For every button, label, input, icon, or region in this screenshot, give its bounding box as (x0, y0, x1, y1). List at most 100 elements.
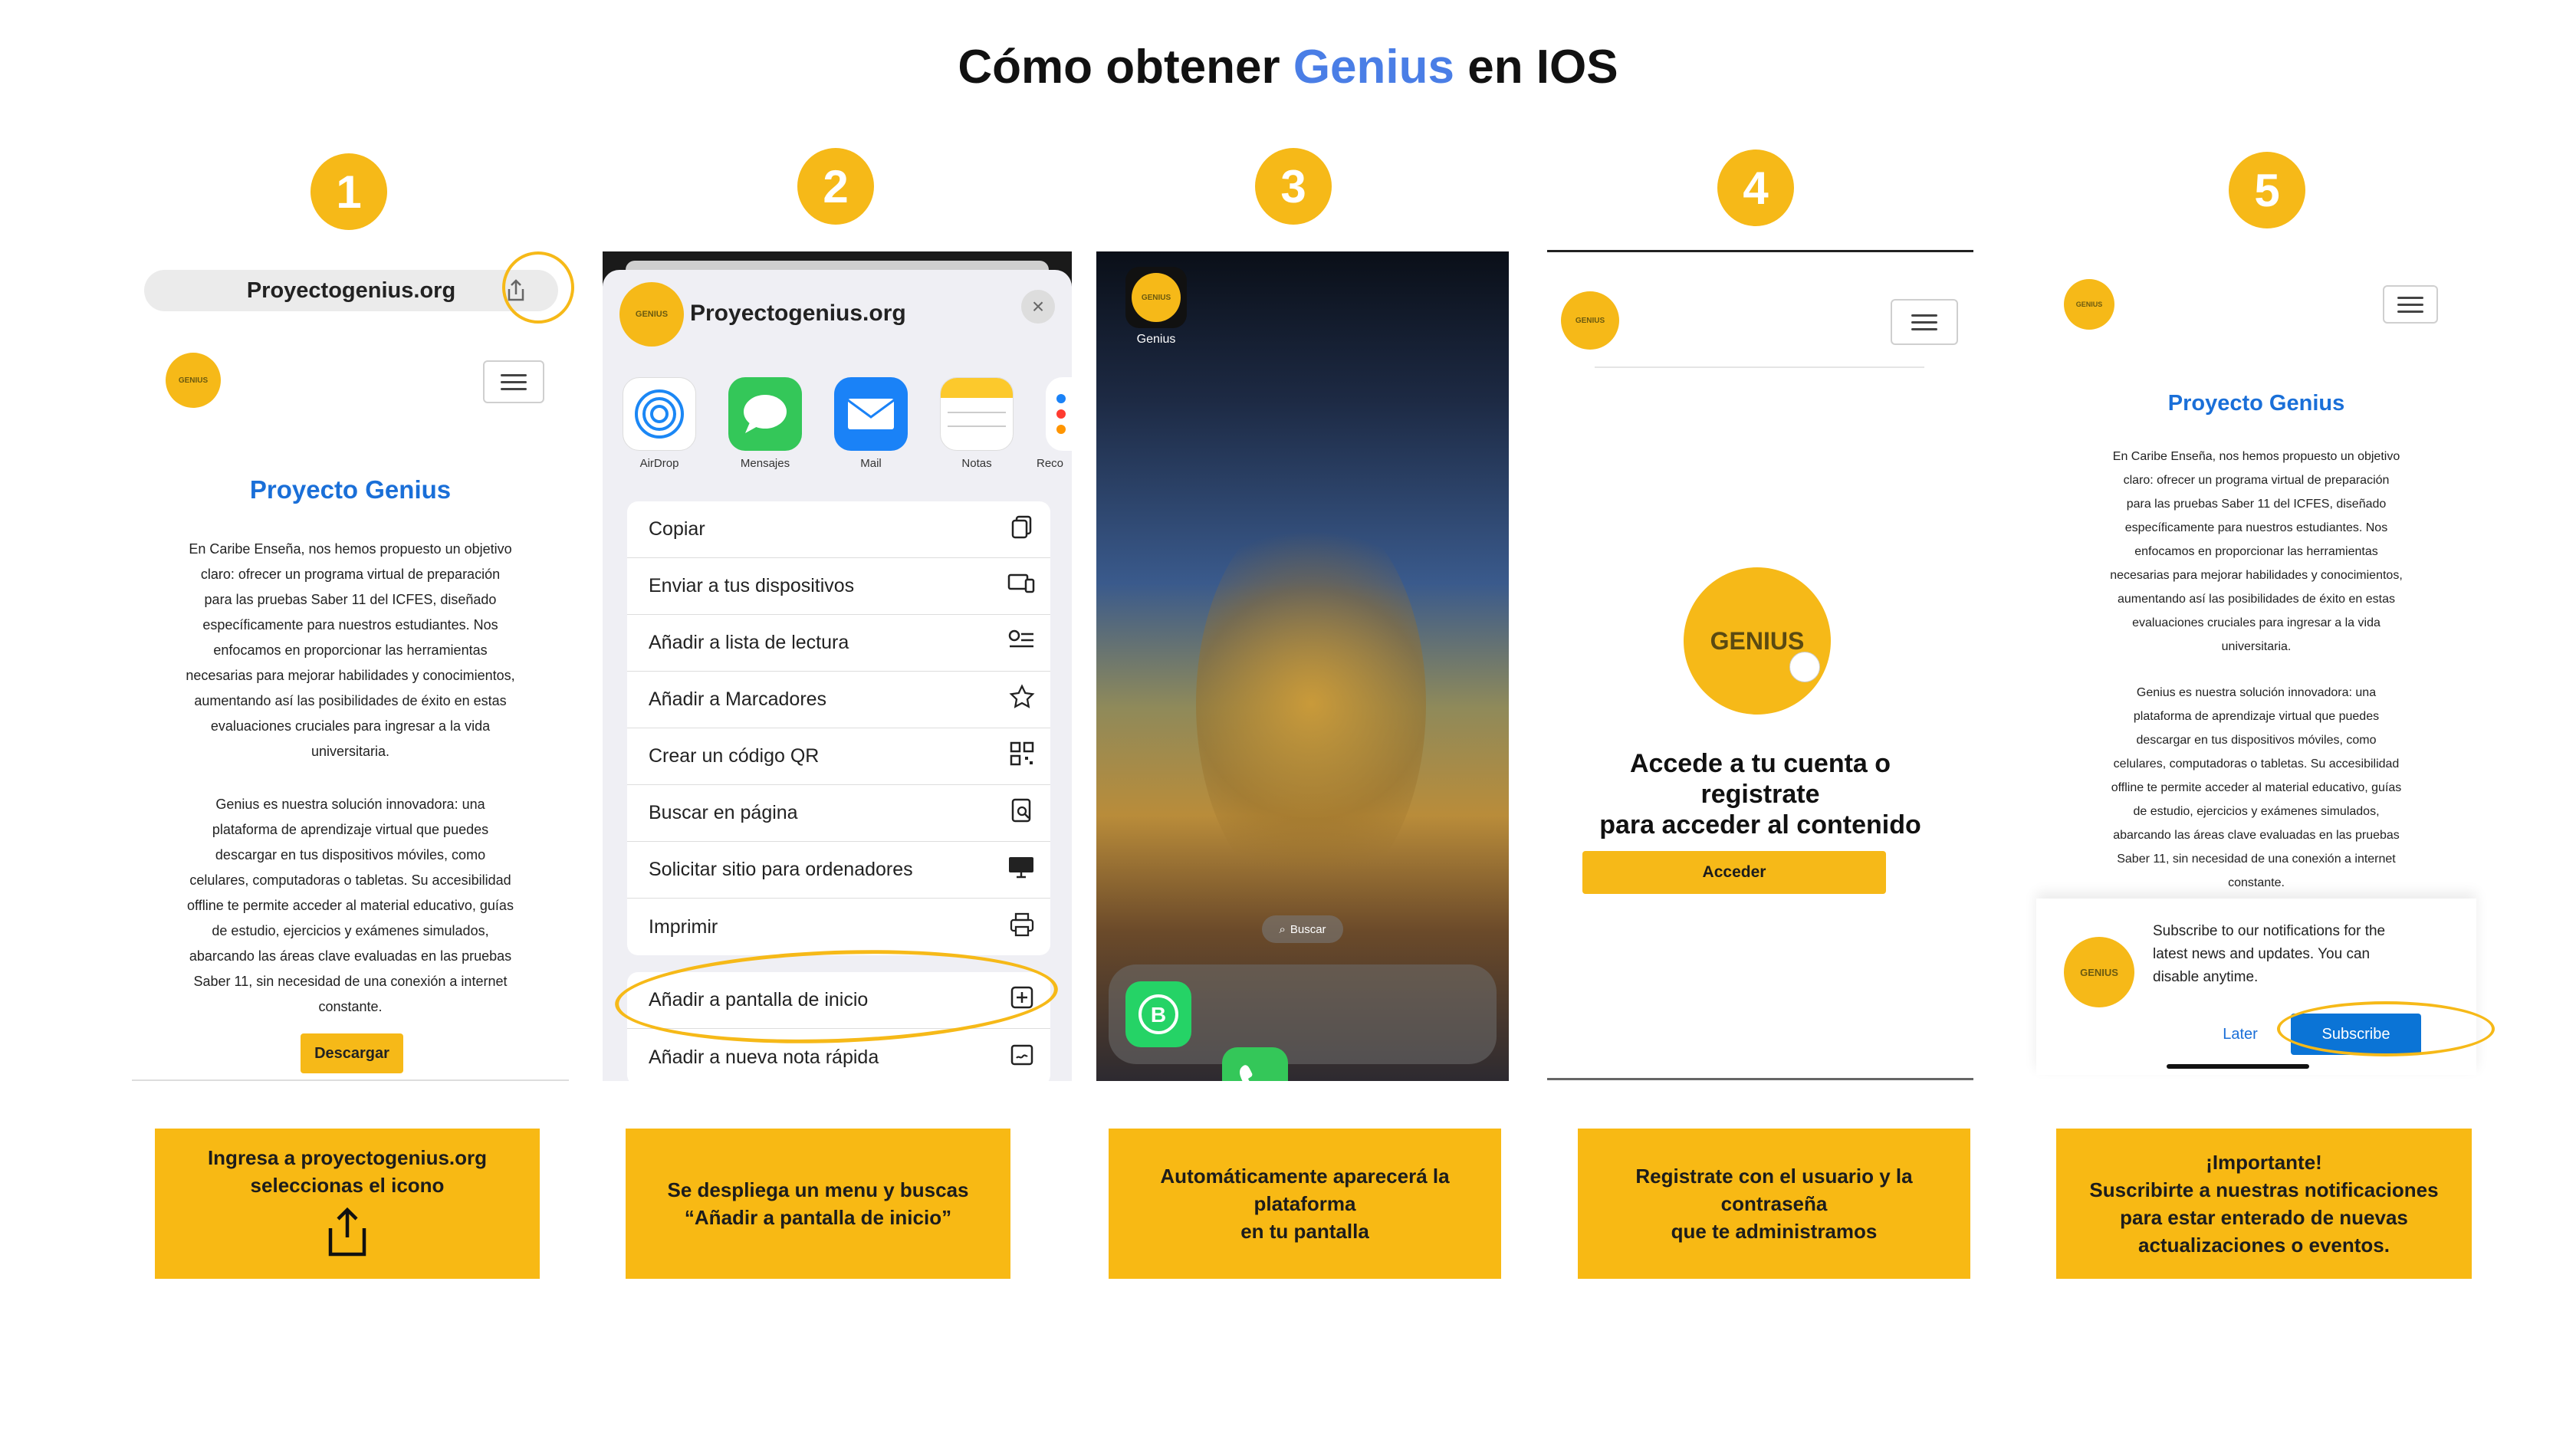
caption-line: Automáticamente aparecerá la plataforma (1160, 1165, 1450, 1215)
caption-line: que te administramos (1671, 1220, 1878, 1243)
whatsapp-business-icon[interactable]: B (1125, 981, 1191, 1047)
paragraph-line: Saber 11, sin necesidad de una conexión … (2117, 853, 2396, 866)
genius-logo: GENIUS (1561, 291, 1619, 350)
screen-3: GENIUS Genius ⌕ Buscar B 3 167 (1096, 251, 1509, 1081)
paragraph-line: constante. (2228, 876, 2285, 889)
subscribe-highlight (2277, 1001, 2495, 1056)
menu-item-desktop-site[interactable]: Solicitar sitio para ordenadores (627, 842, 1050, 899)
paragraph-line: abarcando las áreas clave evaluadas en l… (2113, 829, 2400, 842)
app-airdrop[interactable] (623, 377, 696, 451)
paragraph-line: de estudio, ejercicios y exámenes simula… (212, 923, 489, 938)
app-label-airdrop: AirDrop (639, 457, 679, 470)
home-indicator (2167, 1064, 2309, 1069)
paragraph-line: Saber 11, sin necesidad de una conexión … (193, 974, 508, 989)
menu-item-qr[interactable]: Crear un código QR (627, 728, 1050, 785)
reading-list-icon (1007, 629, 1035, 657)
menu-label: Solicitar sitio para ordenadores (649, 859, 913, 880)
spotlight-search[interactable]: ⌕ Buscar (1262, 915, 1343, 943)
menu-label: Crear un código QR (649, 745, 820, 767)
hamburger-menu-button[interactable] (483, 360, 544, 403)
paragraph-line: plataforma de aprendizaje virtual que pu… (212, 822, 489, 837)
share-highlight-circle (502, 251, 574, 324)
paragraph-line: abarcando las áreas clave evaluadas en l… (189, 948, 512, 964)
messages-icon (728, 377, 802, 451)
menu-item-bookmarks[interactable]: Añadir a Marcadores (627, 672, 1050, 728)
site-name: Proyectogenius.org (690, 301, 906, 326)
blurred-wallpaper (1196, 504, 1426, 903)
caption-line: para estar enterado de nuevas (2120, 1206, 2408, 1229)
menu-label: Enviar a tus dispositivos (649, 575, 855, 596)
paragraph-line: para las pruebas Saber 11 del ICFES, dis… (2126, 498, 2387, 511)
paragraph-line: descargar en tus dispositivos móviles, c… (215, 847, 486, 863)
access-button[interactable]: Acceder (1582, 851, 1886, 894)
paragraph-line: constante. (318, 999, 383, 1014)
menu-item-copy[interactable]: Copiar (627, 501, 1050, 558)
prompt-text-line: latest news and updates. You can (2153, 946, 2371, 962)
app-messages[interactable] (728, 377, 802, 451)
download-button[interactable]: Descargar (301, 1033, 403, 1073)
menu-item-find[interactable]: Buscar en página (627, 785, 1050, 842)
login-heading-line: para acceder al contenido (1599, 810, 1921, 840)
paragraph-line: necesarias para mejorar habilidades y co… (186, 668, 515, 683)
notes-icon (940, 377, 1014, 451)
screen-4: GENIUS GENIUS Accede a tu cuenta o regis… (1547, 250, 1973, 1081)
intro-paragraph: En Caribe Enseña, nos hemos propuesto un… (2036, 445, 2476, 659)
caption-step-1: Ingresa a proyectogenius.org seleccionas… (155, 1129, 540, 1279)
devices-icon (1007, 572, 1035, 600)
hamburger-menu-button[interactable] (1891, 299, 1958, 345)
menu-item-reading-list[interactable]: Añadir a lista de lectura (627, 615, 1050, 672)
menu-item-print[interactable]: Imprimir (627, 899, 1050, 955)
paragraph-line: enfocamos en proporcionar las herramient… (213, 642, 488, 658)
later-button[interactable]: Later (2210, 1014, 2271, 1055)
paragraph-line: celulares, computadoras o tabletas. Su a… (189, 872, 511, 888)
paragraph-line: celulares, computadoras o tabletas. Su a… (2113, 757, 2400, 770)
airdrop-icon (623, 377, 696, 451)
actions-menu: Copiar Enviar a tus dispositivos Añadir … (627, 501, 1050, 955)
address-bar[interactable]: Proyectogenius.org (144, 270, 558, 311)
app-mail[interactable] (834, 377, 908, 451)
menu-label: Copiar (649, 518, 705, 540)
paragraph-line: necesarias para mejorar habilidades y co… (2110, 569, 2403, 582)
search-icon: ⌕ (1279, 922, 1286, 936)
hamburger-menu-button[interactable] (2383, 285, 2438, 324)
paragraph-line: Genius es nuestra solución innovadora: u… (215, 797, 485, 812)
caption-line: seleccionas el icono (250, 1173, 445, 1197)
phone-icon[interactable] (1222, 1047, 1288, 1081)
caption-line: actualizaciones o eventos. (2137, 1234, 2390, 1257)
genius-app-label: Genius (1136, 333, 1176, 346)
caption-step-5: ¡Importante! Suscribirte a nuestras noti… (2056, 1129, 2472, 1279)
page-heading: Proyecto Genius (2167, 391, 2345, 416)
screen-5: GENIUS Proyecto Genius En Caribe Enseña,… (2036, 253, 2476, 1081)
menu-label: Añadir a Marcadores (649, 688, 827, 710)
step-number-2: 2 (797, 148, 874, 225)
title-highlight: Genius (1293, 41, 1454, 94)
app-label-mail: Mail (860, 457, 882, 470)
paragraph-line: específicamente para nuestros estudiante… (202, 617, 498, 632)
genius-app-icon[interactable]: GENIUS (1125, 267, 1187, 328)
menu-label: Imprimir (649, 915, 718, 938)
caption-line: “Añadir a pantalla de inicio” (684, 1206, 952, 1229)
paragraph-line: enfocamos en proporcionar las herramient… (2134, 545, 2378, 558)
app-notes[interactable] (940, 377, 1014, 451)
menu-label: Añadir a lista de lectura (649, 632, 849, 653)
intro-paragraph: En Caribe Enseña, nos hemos propuesto un… (132, 537, 569, 764)
menu-label: Añadir a nueva nota rápida (649, 1046, 879, 1068)
prompt-text: Subscribe to our notifications for the l… (2153, 920, 2459, 989)
bottom-border (1547, 1078, 1973, 1080)
menu-item-send-devices[interactable]: Enviar a tus dispositivos (627, 558, 1050, 615)
find-icon (1009, 797, 1035, 829)
step-number-5: 5 (2229, 152, 2305, 228)
paragraph-line: offline te permite acceder al material e… (187, 898, 514, 913)
step-number-3: 3 (1255, 148, 1332, 225)
genius-logo: GENIUS (2064, 279, 2114, 330)
app-label-notes: Notas (961, 457, 992, 470)
reminders-icon[interactable] (1046, 377, 1072, 451)
search-label: Buscar (1290, 922, 1326, 936)
paragraph-line: En Caribe Enseña, nos hemos propuesto un… (2112, 450, 2400, 463)
genius-big-logo: GENIUS (1684, 567, 1831, 715)
header-divider (1595, 366, 1924, 368)
close-icon[interactable]: × (1021, 290, 1055, 324)
caption-step-3: Automáticamente aparecerá la plataforma … (1109, 1129, 1501, 1279)
paragraph-line: claro: ofrecer un programa virtual de pr… (2123, 474, 2390, 487)
paragraph-line: evaluaciones cruciales para ingresar a l… (2132, 616, 2380, 629)
